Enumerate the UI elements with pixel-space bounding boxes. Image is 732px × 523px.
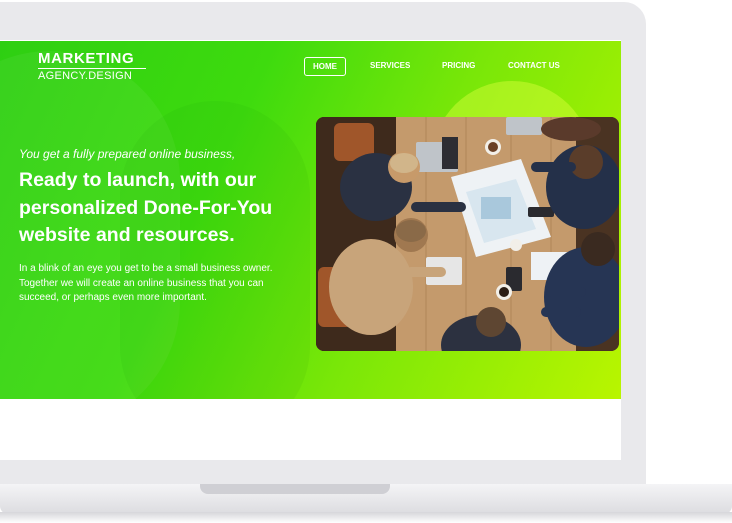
hero-kicker: You get a fully prepared online business…	[19, 147, 236, 161]
nav-home[interactable]: HOME	[304, 57, 346, 76]
meeting-illustration	[316, 117, 619, 351]
site-logo[interactable]: MARKETING AGENCY.DESIGN	[38, 51, 146, 83]
background-shape	[120, 101, 310, 399]
logo-text-top: MARKETING	[38, 50, 135, 67]
nav-contact-us[interactable]: CONTACT US	[508, 61, 560, 70]
nav-services[interactable]: SERVICES	[370, 61, 410, 70]
team-meeting-photo	[316, 117, 619, 351]
hero-description: In a blink of an eye you get to be a sma…	[19, 263, 273, 303]
hero-headline: Ready to launch, with our personalized D…	[19, 169, 273, 246]
logo-divider	[38, 68, 146, 69]
laptop-shadow	[0, 512, 732, 523]
laptop-notch	[200, 484, 390, 494]
logo-text-bottom: AGENCY.DESIGN	[38, 70, 133, 82]
nav-pricing[interactable]: PRICING	[442, 61, 475, 70]
